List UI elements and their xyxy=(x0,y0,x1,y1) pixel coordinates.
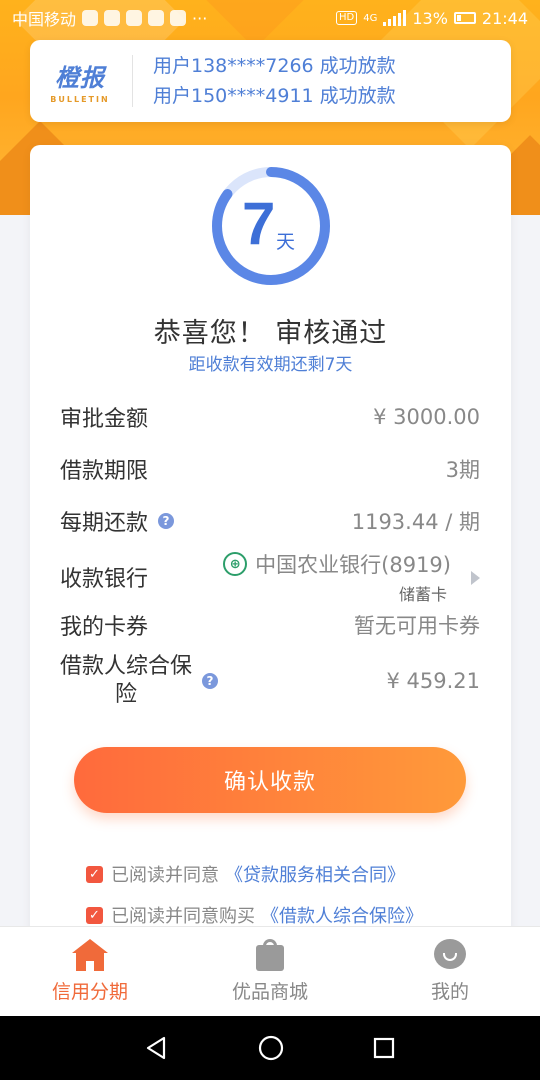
agricultural-bank-icon: ⊕ xyxy=(223,552,248,576)
tab-mine[interactable]: 我的 xyxy=(360,927,540,1016)
insurance-label: 借款人综合保 xyxy=(60,654,193,679)
row-insurance: 借款人综合保 险 ? ¥ 459.21 xyxy=(60,651,480,711)
insurance-label-wrap: 险 xyxy=(115,682,138,707)
insurance-value: ¥ 459.21 xyxy=(386,669,480,693)
countdown-unit: 天 xyxy=(276,231,296,253)
installment-value: 1193.44 / 期 xyxy=(351,510,480,534)
bank-selector[interactable]: ⊕ 中国农业银行(8919) 储蓄卡 xyxy=(223,549,480,605)
bulletin-message: 用户150****4911 成功放款 xyxy=(153,85,396,107)
battery-icon xyxy=(453,12,476,24)
network-type: 4G xyxy=(363,12,378,24)
book-app-icon xyxy=(126,10,143,26)
chat-app-icon xyxy=(82,10,99,26)
amount-label: 审批金额 xyxy=(60,407,149,432)
bulletin-logo: 橙报 BULLETIN xyxy=(40,58,120,104)
agreement-text: 已阅读并同意购买 xyxy=(111,906,255,927)
battery-percent: 13% xyxy=(412,8,448,28)
bulletin-divider xyxy=(132,55,133,107)
tab-label: 优品商城 xyxy=(231,981,308,1003)
system-navigation-bar xyxy=(0,1016,540,1080)
row-loan-term: 借款期限 3期 xyxy=(60,449,480,489)
coupon-label: 我的卡券 xyxy=(60,615,149,640)
bank-label: 收款银行 xyxy=(60,567,149,592)
carrier-label: 中国移动 xyxy=(12,10,77,29)
amount-value: ¥ 3000.00 xyxy=(373,405,480,429)
loan-contract-link[interactable]: 《贷款服务相关合同》 xyxy=(225,861,405,887)
bottom-tab-bar: 信用分期 优品商城 我的 xyxy=(0,926,540,1016)
help-icon[interactable]: ? xyxy=(158,513,175,529)
more-notifications: ··· xyxy=(192,8,208,28)
tab-credit-installment[interactable]: 信用分期 xyxy=(0,927,180,1016)
agreement-insurance[interactable]: ✓ 已阅读并同意购买 《借款人综合保险》 xyxy=(86,902,423,928)
help-icon[interactable]: ? xyxy=(202,673,219,689)
shopping-bag-icon xyxy=(254,939,286,971)
countdown-number: 7 xyxy=(242,190,276,257)
installment-label: 每期还款 xyxy=(60,511,149,536)
bank-card-type: 储蓄卡 xyxy=(398,585,447,604)
user-icon xyxy=(434,939,466,971)
approval-card: 7 天 恭喜您！ 审核通过 距收款有效期还剩7天 审批金额 ¥ 3000.00 … xyxy=(30,145,511,945)
row-approved-amount: 审批金额 ¥ 3000.00 xyxy=(60,397,480,437)
home-icon xyxy=(72,939,108,971)
player-app-icon xyxy=(148,10,165,26)
agreement-loan-contract[interactable]: ✓ 已阅读并同意 《贷款服务相关合同》 xyxy=(86,861,405,887)
bank-name: 中国农业银行(8919) xyxy=(255,553,451,577)
chevron-right-icon xyxy=(471,571,480,585)
bulletin-message: 用户138****7266 成功放款 xyxy=(153,55,396,77)
tab-mall[interactable]: 优品商城 xyxy=(180,927,360,1016)
status-bar: 中国移动 ··· HD 4G 13% 21:44 xyxy=(0,0,540,36)
bulletin-messages: 用户138****7266 成功放款 用户150****4911 成功放款 xyxy=(153,53,396,109)
logo-title: 橙报 xyxy=(55,64,105,92)
checkbox-checked-icon[interactable]: ✓ xyxy=(86,906,103,924)
coupon-value: 暂无可用卡券 xyxy=(354,614,480,638)
recent-apps-icon[interactable] xyxy=(372,1036,396,1060)
validity-notice: 距收款有效期还剩7天 xyxy=(188,355,353,375)
row-installment: 每期还款 ? 1193.44 / 期 xyxy=(60,501,480,541)
term-value: 3期 xyxy=(445,458,480,482)
term-label: 借款期限 xyxy=(60,459,149,484)
approval-title: 恭喜您！ 审核通过 xyxy=(153,318,388,349)
insurance-link[interactable]: 《借款人综合保险》 xyxy=(261,902,423,928)
logo-subtitle: BULLETIN xyxy=(50,95,110,104)
row-coupons[interactable]: 我的卡券 暂无可用卡券 xyxy=(60,605,480,645)
agreement-text: 已阅读并同意 xyxy=(111,865,219,886)
back-icon[interactable] xyxy=(144,1035,170,1061)
hd-badge: HD xyxy=(335,11,358,25)
tab-label: 信用分期 xyxy=(51,981,128,1003)
tab-label: 我的 xyxy=(430,981,469,1003)
confirm-receive-button[interactable]: 确认收款 xyxy=(74,747,466,813)
video-app-icon xyxy=(104,10,121,26)
clock: 21:44 xyxy=(481,8,528,28)
tiktok-app-icon xyxy=(170,10,187,26)
bulletin-card: 橙报 BULLETIN 用户138****7266 成功放款 用户150****… xyxy=(30,40,511,122)
checkbox-checked-icon[interactable]: ✓ xyxy=(86,865,103,883)
signal-icon xyxy=(383,10,407,26)
row-receiving-bank[interactable]: 收款银行 ⊕ 中国农业银行(8919) 储蓄卡 xyxy=(60,549,480,605)
home-button-icon[interactable] xyxy=(257,1034,285,1062)
